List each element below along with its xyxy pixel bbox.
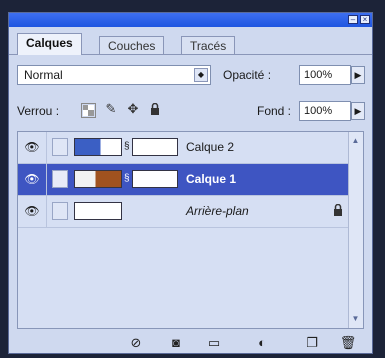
minimize-icon[interactable]: – [348, 15, 358, 24]
brush-icon[interactable]: ✎ [103, 101, 119, 117]
tab-traces[interactable]: Tracés [181, 36, 236, 55]
layer-row-calque-1[interactable]: 👁 § Calque 1 [18, 164, 349, 196]
fill-input[interactable]: 100% [299, 101, 351, 121]
chain-link-icon[interactable]: § [124, 172, 130, 186]
opacity-input[interactable]: 100% [299, 65, 351, 85]
fill-arrow-icon[interactable]: ▶ [351, 102, 365, 120]
link-layers-icon[interactable]: ⊘ [127, 335, 145, 351]
blend-mode-select[interactable]: Normal ◆ [17, 65, 211, 85]
layers-bottom-toolbar: ⊘ ◙ ▭ ◐ ❐ 🗑 [17, 335, 364, 353]
layer-style-icon[interactable]: ◙ [167, 335, 185, 351]
close-icon[interactable]: × [360, 15, 370, 24]
move-cross-icon[interactable]: ✥ [125, 101, 141, 117]
chain-link-icon[interactable]: § [124, 140, 130, 154]
adjustment-layer-icon[interactable]: ◐ [253, 335, 271, 351]
eye-icon[interactable]: 👁 [24, 140, 40, 154]
padlock-icon [333, 203, 343, 219]
eye-icon[interactable]: 👁 [24, 204, 40, 218]
scroll-up-icon[interactable]: ▲ [349, 134, 362, 148]
layer-row-arriere-plan[interactable]: 👁 Arrière-plan [18, 196, 349, 228]
lock-label: Verrou : [17, 104, 60, 118]
layer-name[interactable]: Calque 1 [186, 172, 236, 186]
layer-thumbnail[interactable] [74, 170, 122, 188]
column-divider [46, 132, 47, 163]
opacity-arrow-icon[interactable]: ▶ [351, 66, 365, 84]
link-box[interactable] [52, 202, 68, 220]
layer-thumbnail[interactable] [74, 138, 122, 156]
panel-title-bar[interactable]: – × [9, 13, 372, 27]
layer-list: 👁 § Calque 2 👁 § Calque 1 👁 Arrière-plan [17, 131, 364, 329]
scroll-down-icon[interactable]: ▼ [349, 312, 362, 326]
column-divider [46, 164, 47, 195]
lock-row: Verrou : ✎ ✥ Fond : 100% ▶ [17, 101, 365, 123]
link-box[interactable] [52, 138, 68, 156]
column-divider [46, 196, 47, 227]
blend-mode-value: Normal [24, 68, 63, 82]
fill-label: Fond : [257, 104, 292, 118]
blend-row: Normal ◆ Opacité : 100% ▶ [17, 65, 365, 87]
layer-mask-thumbnail[interactable] [132, 170, 178, 188]
panel-tabs: Calques Couches Tracés [17, 33, 364, 55]
chevron-down-icon[interactable]: ◆ [194, 68, 208, 82]
layer-name[interactable]: Calque 2 [186, 140, 234, 154]
tab-couches[interactable]: Couches [99, 36, 165, 55]
padlock-icon[interactable] [147, 101, 163, 117]
layer-thumbnail[interactable] [74, 202, 122, 220]
checkerboard-icon[interactable] [81, 103, 96, 118]
layer-name[interactable]: Arrière-plan [186, 204, 249, 218]
opacity-label: Opacité : [223, 68, 272, 82]
vertical-scrollbar[interactable]: ▲ ▼ [348, 132, 363, 328]
brush-link-icon[interactable] [52, 170, 68, 188]
layer-row-calque-2[interactable]: 👁 § Calque 2 [18, 132, 349, 164]
eye-icon[interactable]: 👁 [24, 172, 40, 186]
tab-calques[interactable]: Calques [17, 33, 82, 55]
layer-mask-thumbnail[interactable] [132, 138, 178, 156]
trash-icon[interactable]: 🗑 [339, 335, 357, 351]
new-layer-icon[interactable]: ❐ [303, 335, 321, 351]
layer-mask-icon[interactable]: ▭ [205, 335, 223, 351]
layers-panel: – × Calques Couches Tracés Normal ◆ Opac… [8, 12, 373, 354]
